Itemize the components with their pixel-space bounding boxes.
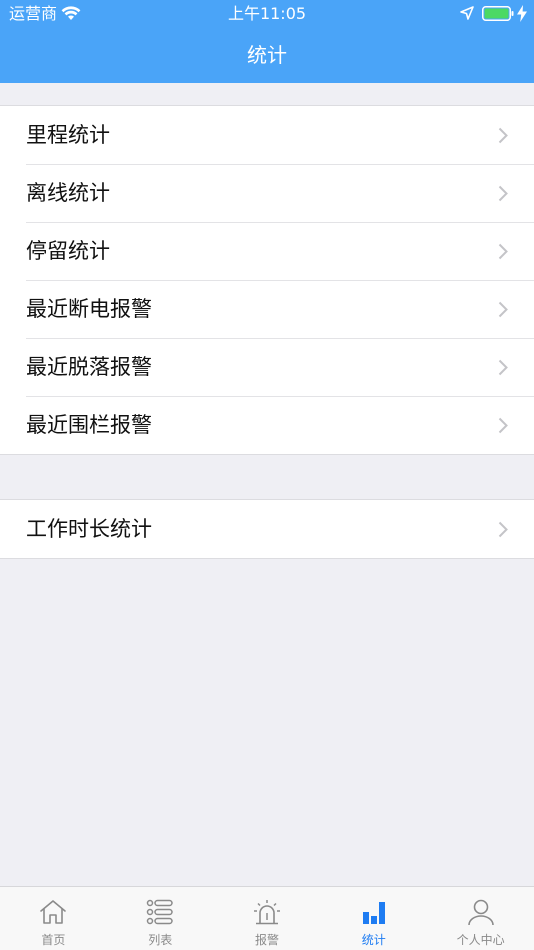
tab-label: 报警: [254, 933, 279, 947]
list-item-work-hours-stats[interactable]: 工作时长统计: [0, 500, 534, 558]
list-item-mileage-stats[interactable]: 里程统计: [0, 106, 534, 164]
tab-label: 首页: [41, 933, 66, 947]
list-item-label: 最近围栏报警: [26, 413, 152, 437]
list-item-stay-stats[interactable]: 停留统计: [0, 222, 534, 280]
tab-statistics[interactable]: 统计: [320, 887, 427, 950]
tab-label: 统计: [361, 933, 386, 947]
chevron-right-icon: [498, 127, 508, 144]
chevron-right-icon: [498, 243, 508, 260]
charging-bolt-icon: [517, 5, 527, 22]
alarm-icon: [253, 900, 280, 925]
header: 运营商 上午11:05 统计: [0, 0, 534, 83]
list-item-label: 停留统计: [26, 239, 110, 263]
home-icon: [40, 900, 67, 924]
list-icon: [146, 899, 173, 925]
list-item-label: 工作时长统计: [26, 517, 152, 541]
tab-bar: 首页 列表 报警 统计 个人中心: [0, 886, 534, 950]
list-item-label: 最近断电报警: [26, 297, 152, 321]
list-item-label: 里程统计: [26, 123, 110, 147]
location-arrow-icon: [460, 6, 474, 20]
status-time: 上午11:05: [227, 4, 307, 23]
list-item-power-off-alarm[interactable]: 最近断电报警: [0, 280, 534, 338]
user-icon: [467, 899, 494, 926]
chevron-right-icon: [498, 417, 508, 434]
chevron-right-icon: [498, 301, 508, 318]
statistics-screen: 运营商 上午11:05 统计 里程统计 离线统计 停留统计 最近断电报警 最近脱…: [0, 0, 534, 950]
page-title: 统计: [247, 43, 287, 67]
tab-list[interactable]: 列表: [107, 887, 214, 950]
statistics-group: 里程统计 离线统计 停留统计 最近断电报警 最近脱落报警 最近围栏报警: [0, 105, 534, 455]
chevron-right-icon: [498, 185, 508, 202]
bar-chart-icon: [362, 902, 385, 924]
tab-alarm[interactable]: 报警: [214, 887, 321, 950]
list-item-label: 离线统计: [26, 181, 110, 205]
work-hours-group: 工作时长统计: [0, 499, 534, 559]
navigation-bar: 统计: [0, 28, 534, 83]
list-item-detach-alarm[interactable]: 最近脱落报警: [0, 338, 534, 396]
battery-icon: [482, 6, 514, 21]
tab-label: 列表: [148, 933, 173, 947]
chevron-right-icon: [498, 521, 508, 538]
list-item-fence-alarm[interactable]: 最近围栏报警: [0, 396, 534, 454]
list-item-label: 最近脱落报警: [26, 355, 152, 379]
tab-label: 个人中心: [456, 933, 505, 947]
tab-profile[interactable]: 个人中心: [427, 887, 534, 950]
chevron-right-icon: [498, 359, 508, 376]
list-item-offline-stats[interactable]: 离线统计: [0, 164, 534, 222]
tab-home[interactable]: 首页: [0, 887, 107, 950]
status-bar: 运营商 上午11:05: [0, 0, 534, 28]
